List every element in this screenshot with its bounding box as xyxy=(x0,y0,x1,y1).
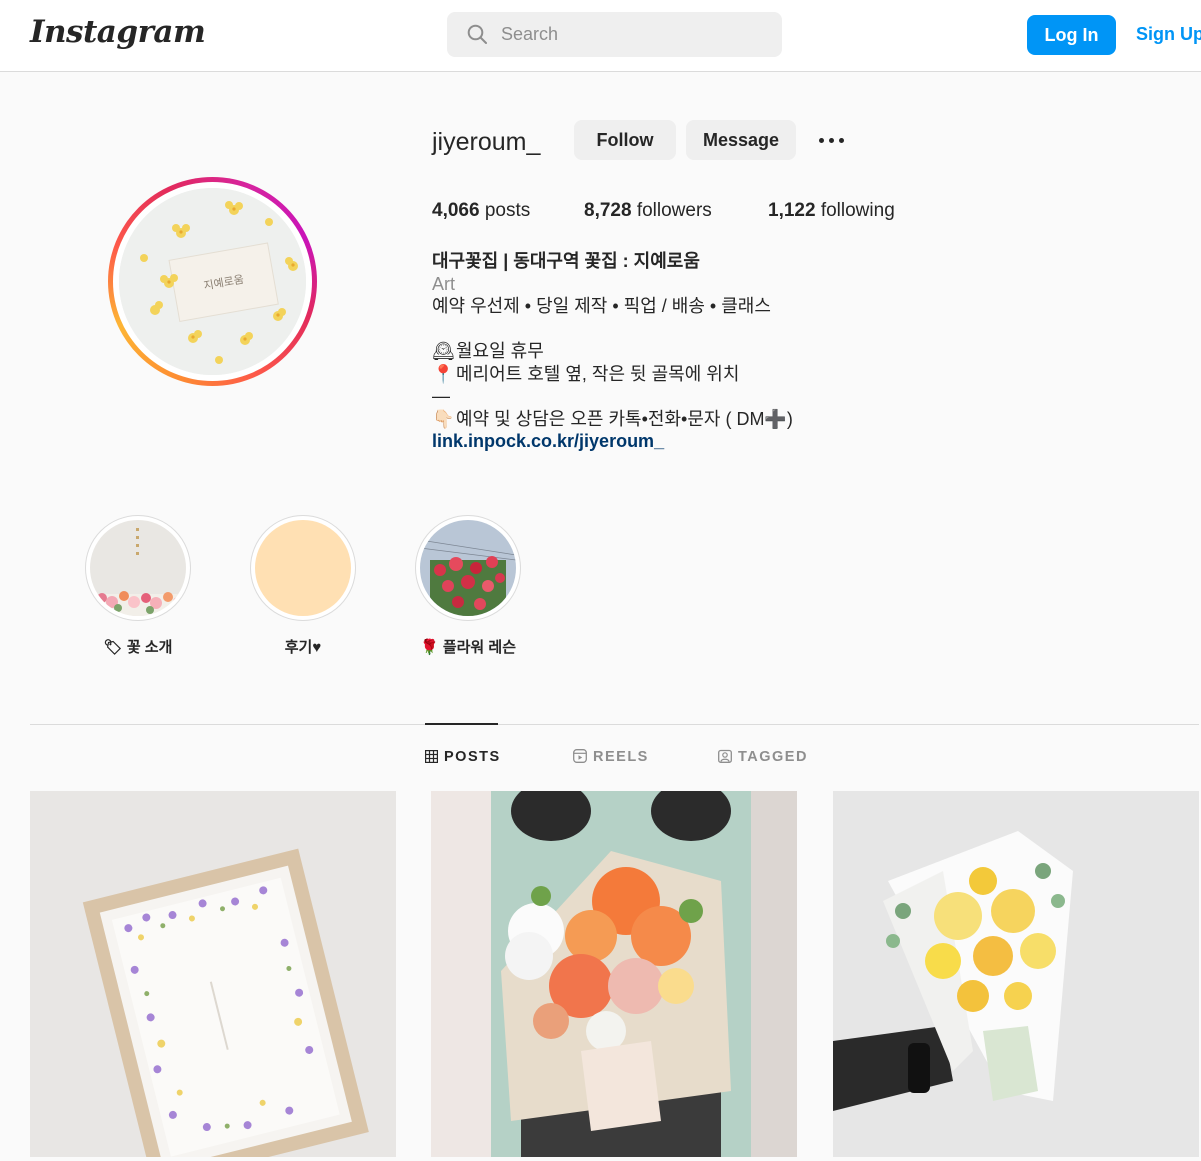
pin-icon: 📍 xyxy=(432,363,455,384)
highlight-cover xyxy=(420,520,516,616)
sign-up-link[interactable]: Sign Up xyxy=(1136,24,1201,45)
bio-line: — xyxy=(432,386,450,406)
instagram-logo[interactable]: Instagram xyxy=(30,14,206,50)
top-navigation: Instagram Log In Sign Up xyxy=(0,0,1201,72)
follow-button[interactable]: Follow xyxy=(574,120,676,160)
posts-count: 4,066 xyxy=(432,200,480,221)
posts-label: posts xyxy=(484,200,531,221)
post-image-framed-flowers xyxy=(30,791,396,1157)
highlight-label: 🌹 플라워 레슨 xyxy=(419,639,516,656)
post-thumbnail[interactable] xyxy=(833,791,1199,1157)
tab-tagged[interactable]: TAGGED xyxy=(718,749,808,765)
following-label: following xyxy=(820,200,895,221)
tab-reels-label: REELS xyxy=(593,749,649,765)
followers-label: followers xyxy=(636,200,712,221)
followers-count: 8,728 xyxy=(584,200,632,221)
bio-line: 🕰월요일 휴무 xyxy=(432,341,544,361)
log-in-button[interactable]: Log In xyxy=(1027,15,1116,55)
profile-avatar-story-ring[interactable]: 지예로움 xyxy=(108,177,317,386)
following-stat[interactable]: 1,122 following xyxy=(768,200,895,222)
tab-posts-label: POSTS xyxy=(444,749,501,765)
bio-line: 📍메리어트 호텔 옆, 작은 뒷 골목에 위치 xyxy=(432,363,740,384)
message-button[interactable]: Message xyxy=(686,120,796,160)
bio-link[interactable]: link.inpock.co.kr/jiyeroum_ xyxy=(432,430,932,453)
search-icon xyxy=(467,24,487,44)
active-tab-indicator xyxy=(425,723,498,725)
post-thumbnail[interactable] xyxy=(30,791,396,1157)
search-input[interactable] xyxy=(501,12,771,57)
profile-username: jiyeroum_ xyxy=(432,128,541,156)
post-thumbnail[interactable] xyxy=(431,791,797,1157)
reels-icon xyxy=(573,749,587,763)
grid-icon xyxy=(425,750,439,764)
post-image-yellow-bouquet xyxy=(833,791,1199,1157)
tabs-divider xyxy=(30,724,1199,725)
post-image-orange-bouquet xyxy=(431,791,797,1157)
bio-category: Art xyxy=(432,273,456,294)
bio-line: 예약 우선제 • 당일 제작 • 픽업 / 배송 • 클래스 xyxy=(432,296,771,316)
bio-line: 👇🏻예약 및 상담은 오픈 카톡•전화•문자 ( DM➕) xyxy=(432,408,793,429)
highlight-label: 🏷 꽃 소개 xyxy=(103,639,173,656)
highlight-label: 후기♥ xyxy=(284,639,322,656)
tagged-icon xyxy=(718,749,732,763)
avatar-flowers-image: 지예로움 xyxy=(119,188,306,375)
search-bar[interactable] xyxy=(447,12,782,57)
pointing-down-icon: 👇🏻 xyxy=(432,408,455,429)
clock-icon: 🕰 xyxy=(432,341,455,361)
highlight-cover xyxy=(255,520,351,616)
profile-avatar: 지예로움 xyxy=(119,188,306,375)
tab-posts[interactable]: POSTS xyxy=(425,749,501,765)
posts-stat: 4,066 posts xyxy=(432,200,530,222)
more-options-icon[interactable] xyxy=(812,127,852,153)
tab-tagged-label: TAGGED xyxy=(738,749,808,765)
following-count: 1,122 xyxy=(768,200,816,221)
profile-bio: 대구꽃집 | 동대구역 꽃집 : 지예로움 Art 예약 우선제 • 당일 제작… xyxy=(432,250,932,453)
tab-reels[interactable]: REELS xyxy=(573,749,649,765)
followers-stat[interactable]: 8,728 followers xyxy=(584,200,712,222)
bio-name: 대구꽃집 | 동대구역 꽃집 : 지예로움 xyxy=(432,251,700,271)
highlight-cover xyxy=(90,520,186,616)
